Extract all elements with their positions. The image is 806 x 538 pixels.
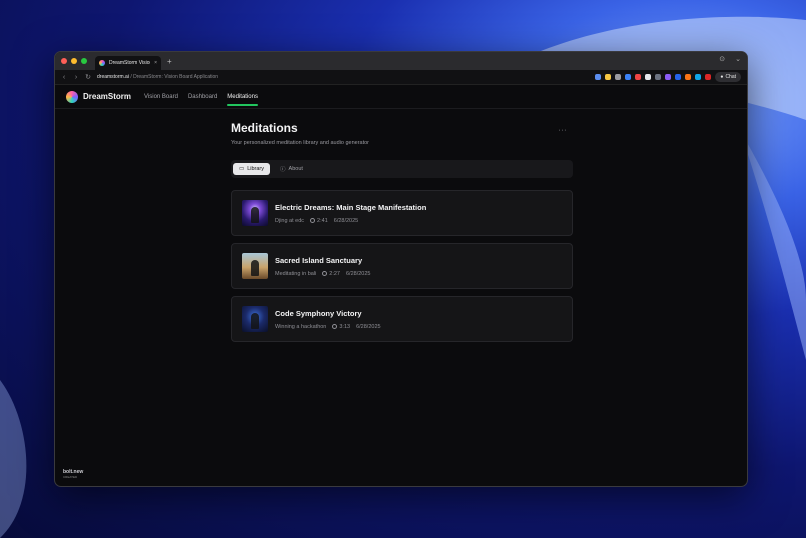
meditation-date: 6/28/2025 [356,323,381,330]
more-options-icon[interactable]: ··· [559,127,568,134]
tab-about[interactable]: ⓘ About [274,162,309,176]
meditation-duration-wrap: 3:13 [332,323,351,330]
url-domain: dreamstorm.ai [97,74,129,80]
nav-vision-board[interactable]: Vision Board [144,91,178,103]
meditation-info: Code Symphony Victory Winning a hackatho… [275,309,381,330]
zoom-window-button[interactable] [81,58,87,64]
extension-icon[interactable] [625,74,632,80]
dreamstorm-favicon-icon [99,60,105,66]
extension-icon[interactable] [635,74,642,80]
meditation-title: Sacred Island Sanctuary [275,255,363,265]
meditation-info: Electric Dreams: Main Stage Manifestatio… [275,203,426,224]
meditation-card[interactable]: Electric Dreams: Main Stage Manifestatio… [231,190,573,236]
meditation-duration: 3:13 [339,323,351,330]
bolt-badge[interactable]: bolt.new CREATED [63,469,83,479]
meditation-thumbnail [242,306,268,332]
book-icon: ▭ [239,166,245,172]
forward-icon[interactable]: › [73,74,79,81]
extension-icon[interactable] [615,74,622,80]
browser-tab-title: DreamStorm Vision Bo [109,60,150,66]
page-title: Meditations [231,121,298,135]
extension-icon[interactable] [655,74,662,80]
extensions-bar: ● Chat [595,72,741,82]
tab-search-icon[interactable]: ⊙ [719,55,725,63]
tabbar-controls: ⊙ ⌄ [719,55,741,63]
meditation-card[interactable]: Sacred Island Sanctuary Meditating in ba… [231,243,573,289]
chat-bubble-icon: ● [720,74,724,80]
clock-icon [322,270,328,276]
page-subtitle: Your personalized meditation library and… [231,140,369,146]
tab-about-label: About [288,166,303,172]
app-header: DreamStorm Vision Board Dashboard Medita… [55,85,747,109]
extension-icon[interactable] [665,74,672,80]
tab-library-label: Library [247,166,265,172]
meditation-card[interactable]: Code Symphony Victory Winning a hackatho… [231,296,573,342]
meditation-meta: Winning a hackathon 3:13 6/28/2025 [275,323,381,330]
close-tab-icon[interactable]: × [154,60,157,66]
meditation-info: Sacred Island Sanctuary Meditating in ba… [275,256,370,277]
meditation-date: 6/28/2025 [333,217,359,224]
meditation-meta: Meditating in bali 2:27 6/28/2025 [275,270,371,277]
bolt-badge-sub: CREATED [63,474,78,479]
reload-icon[interactable]: ↻ [85,73,91,81]
brand-name[interactable]: DreamStorm [83,92,131,101]
meditation-duration-wrap: 2:41 [310,217,328,224]
meditation-thumbnail [242,200,268,226]
url-page-title: / DreamStorm: Vision Board Application [128,74,219,80]
nav-dashboard[interactable]: Dashboard [188,91,217,103]
window-controls [61,58,87,64]
chat-button-label: Chat [725,74,736,80]
meditation-duration: 2:41 [317,217,328,224]
close-window-button[interactable] [61,58,67,64]
meditation-date: 6/28/2025 [346,270,371,277]
nav-meditations[interactable]: Meditations [227,91,258,106]
meditation-meta: Djing at edc 2:41 6/28/2025 [275,217,426,224]
meditation-description: Meditating in bali [275,270,317,277]
meditations-page: Meditations Your personalized meditation… [231,121,573,342]
extension-icon[interactable] [695,74,702,80]
extension-icon[interactable] [645,74,652,80]
browser-tab[interactable]: DreamStorm Vision Bo × [95,56,161,70]
tab-library[interactable]: ▭ Library [233,163,271,175]
clock-icon [332,323,338,329]
meditation-duration: 2:27 [329,270,340,277]
address-bar: ‹ › ↻ dreamstorm.ai / DreamStorm: Vision… [55,70,747,85]
extension-icon[interactable] [605,74,612,80]
meditation-title: Electric Dreams: Main Stage Manifestatio… [275,202,427,212]
meditation-thumbnail [242,253,268,279]
meditation-description: Djing at edc [275,217,305,224]
dreamstorm-logo-icon[interactable] [66,90,78,103]
meditation-duration-wrap: 2:27 [322,270,340,277]
browser-tabbar: DreamStorm Vision Bo × + ⊙ ⌄ [55,52,747,70]
chat-button[interactable]: ● Chat [715,72,741,82]
new-tab-button[interactable]: + [167,57,172,66]
minimize-window-button[interactable] [71,58,77,64]
meditation-description: Winning a hackathon [275,323,327,330]
extension-icon[interactable] [675,74,682,80]
extension-icon[interactable] [595,74,602,80]
info-icon: ⓘ [280,167,286,173]
chevron-down-icon[interactable]: ⌄ [735,55,741,63]
clock-icon [310,217,316,223]
url-field[interactable]: dreamstorm.ai / DreamStorm: Vision Board… [97,74,218,80]
back-icon[interactable]: ‹ [61,74,67,81]
extension-icon[interactable] [705,74,712,80]
meditation-title: Code Symphony Victory [275,308,362,318]
library-tabs: ▭ Library ⓘ About [231,160,573,178]
extension-icon[interactable] [685,74,692,80]
browser-window: DreamStorm Vision Bo × + ⊙ ⌄ ‹ › ↻ dream… [54,51,748,487]
